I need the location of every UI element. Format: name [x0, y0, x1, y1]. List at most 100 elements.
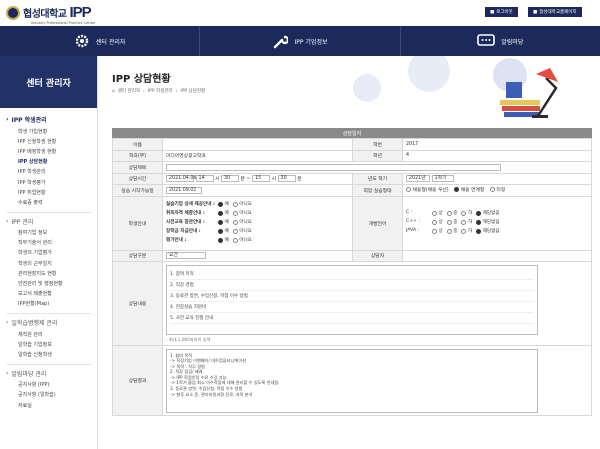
guide-no-radio[interactable]: 아니요	[232, 228, 252, 234]
start-date-input[interactable]: 2021.09.01	[166, 186, 202, 194]
value-name	[162, 138, 353, 151]
sidebar-head-ipp[interactable]: › IPP 관리	[6, 215, 97, 228]
divider	[6, 211, 91, 213]
sidebar-item[interactable]: 학생의 근무일지	[6, 258, 97, 268]
subject-input[interactable]	[166, 163, 501, 171]
guide-yes-radio[interactable]: 예	[218, 228, 229, 234]
value-dept: 미디어영상광고학과	[162, 149, 353, 162]
chevron-icon: ›	[6, 217, 9, 225]
sidebar-item[interactable]: 공지사항 (IPP)	[6, 380, 97, 390]
sidebar-item[interactable]: 직무기술서 관리	[6, 238, 97, 248]
page-banner: IPP 상담현황 ⌂ 센터 관리자 › IPP 학생관리 › IPP 상담현황	[98, 56, 600, 118]
time-cell: 2021.04.06 14 시 30 분 ~ 15 시 30 분	[162, 172, 353, 185]
label-subject: 상담제목	[112, 161, 163, 174]
guide-no-radio[interactable]: 아니요	[232, 219, 252, 225]
label-lang: 개발언어	[352, 195, 403, 251]
form-header: 상담일지	[112, 128, 592, 138]
guide-no-radio[interactable]: 아니요	[232, 237, 252, 243]
sidebar-item[interactable]: 공지사항 (일학습)	[6, 390, 97, 400]
sidebar-item[interactable]: IPP 배정학생 현황	[6, 146, 97, 156]
result-textarea[interactable]: 1. 참여 목적 -> 직장기업 이벤페이/ 마트컴퓨터니케이션 -> 목적 :…	[166, 348, 538, 413]
sidebar: 센터 관리자 › IPP 학생관리 학생 가입현황 IPP 신청학생 현황 IPP…	[0, 56, 98, 449]
sidebar-head-notice[interactable]: › 알림마당 관리	[6, 367, 97, 380]
logo-subtitle: Industry Professional Practice Center	[31, 21, 96, 25]
nav-ipp-company[interactable]: IPP 기업정보	[200, 26, 401, 56]
sidebar-item[interactable]: IPP 신청학생 현황	[6, 136, 97, 146]
nav-notice[interactable]: 알림마당	[401, 26, 600, 56]
breadcrumb-item: IPP 상담현황	[180, 89, 206, 94]
decor-circle	[408, 56, 450, 92]
divider	[6, 363, 91, 365]
sidebar-item[interactable]: 일학습 신청학생	[6, 349, 97, 359]
label-time: 상담시간	[112, 172, 163, 185]
sidebar-item[interactable]: 재직원 관리	[6, 329, 97, 339]
home-icon[interactable]: ⌂	[112, 89, 115, 94]
sidebar-section-student: › IPP 학생관리 학생 가입현황 IPP 신청학생 현황 IPP 배정학생 현…	[0, 108, 97, 410]
guide-cell: 실습기업 상세 제공안내 : 예 아니요 취득자격 체증안내 : 예 아니요 사전교…	[162, 195, 353, 251]
hope-radio[interactable]: 미정	[489, 186, 505, 193]
chat-icon	[477, 34, 496, 46]
guide-no-radio[interactable]: 아니요	[232, 201, 252, 207]
radio-icon	[406, 187, 411, 193]
sidebar-item[interactable]: 수료증 출력	[6, 197, 97, 207]
start-date-cell: 2021.09.01	[162, 184, 353, 197]
sidebar-head-student[interactable]: › IPP 학생관리	[6, 113, 97, 126]
label-type: 상담구분	[112, 249, 163, 262]
end-minute-select[interactable]: 30	[277, 175, 296, 183]
year-term-cell: 2021년 1학기	[402, 172, 592, 185]
sidebar-item[interactable]: IPP 취업현황	[6, 187, 97, 197]
logo-ipp: IPP	[69, 4, 92, 21]
subject-cell	[162, 161, 592, 174]
guide-yes-radio[interactable]: 예	[218, 237, 229, 243]
start-hour-select[interactable]: 14	[195, 175, 214, 183]
label-year-term: 년도 학기	[352, 172, 403, 185]
logout-button[interactable]: ■ 로그아웃	[485, 7, 518, 17]
sidebar-item[interactable]: 안전관리 및 행정현황	[6, 278, 97, 288]
result-cell: 1. 참여 목적 -> 직장기업 이벤페이/ 마트컴퓨터니케이션 -> 목적 :…	[162, 345, 592, 416]
label-hope: 희망 실습형태	[352, 184, 403, 197]
guide-yes-radio[interactable]: 예	[218, 210, 229, 216]
nav-center-admin[interactable]: 센터 관리자	[0, 26, 201, 56]
lang-cell: C : 상 중 하 해당없음 C++ : 상 중 하 해당없음 JAVA : 상 중 하 해당없음	[402, 195, 592, 251]
university-home-button[interactable]: ■ 협성대학교홈페이지	[528, 7, 582, 17]
lock-icon: ■	[490, 9, 495, 15]
page-title: IPP 상담현황	[112, 74, 171, 85]
breadcrumb-item[interactable]: IPP 학생관리	[148, 88, 173, 94]
desk-lamp-illustration	[500, 68, 558, 118]
sidebar-item-active[interactable]: IPP 상담현황	[6, 157, 97, 167]
counsel-table: 이름 학번 2017 학과(부) 미디어영상광고학과 학년 4 상담제목 상담시…	[112, 138, 592, 416]
decor-circle	[353, 74, 381, 102]
start-minute-select[interactable]: 30	[221, 175, 240, 183]
gear-icon	[75, 34, 89, 48]
end-hour-select[interactable]: 15	[252, 175, 271, 183]
term-select[interactable]: 1학기	[431, 175, 454, 183]
sidebar-item[interactable]: 보고서 제출현황	[6, 289, 97, 299]
sidebar-item[interactable]: 학생 가입현황	[6, 126, 97, 136]
type-select[interactable]: 요건	[166, 252, 206, 260]
sidebar-head-worklearn[interactable]: › 일학습병행제 관리	[6, 316, 97, 329]
value-counselor	[402, 249, 592, 262]
sidebar-item[interactable]: 일학습 기업정보	[6, 339, 97, 349]
guide-yes-radio[interactable]: 예	[218, 219, 229, 225]
guide-yes-radio[interactable]: 예	[218, 201, 229, 207]
sidebar-item[interactable]: IPP 학생평가	[6, 177, 97, 187]
guide-no-radio[interactable]: 아니요	[232, 210, 252, 216]
radio-checked-icon	[454, 187, 460, 193]
hope-radio[interactable]: 채용 연계형	[454, 186, 484, 193]
sidebar-item[interactable]: IPP 학생관리	[6, 167, 97, 177]
breadcrumb-item[interactable]: 센터 관리자	[118, 88, 140, 94]
counsel-form: 상담일지 이름 학번 2017 학과(부) 미디어영상광고학과 학년 4 상담제…	[112, 128, 592, 416]
sidebar-item[interactable]: IPP현황(Map)	[6, 299, 97, 309]
sidebar-item[interactable]: 자료실	[6, 400, 97, 410]
sidebar-item[interactable]: 학생의 기업평가	[6, 248, 97, 258]
logo-text: 협성대학교	[23, 9, 67, 20]
chevron-icon: ›	[6, 319, 9, 326]
year-select[interactable]: 2021년	[406, 175, 430, 183]
label-grade: 학년	[352, 149, 403, 162]
logo[interactable]: 협성대학교 IPP Industry Professional Practice…	[6, 4, 96, 25]
content-textarea[interactable]: 1. 참여 목적 2. 직장 경험 3. 동료관 방면, 수업신청, 학점 이수…	[166, 264, 538, 335]
hope-radio[interactable]: 채용형(채용 우선)	[406, 186, 449, 193]
date-input[interactable]: 2021.04.06	[166, 175, 196, 183]
sidebar-item[interactable]: 참여기업 정보	[6, 228, 97, 238]
sidebar-item[interactable]: 관리현장지도 현황	[6, 268, 97, 278]
